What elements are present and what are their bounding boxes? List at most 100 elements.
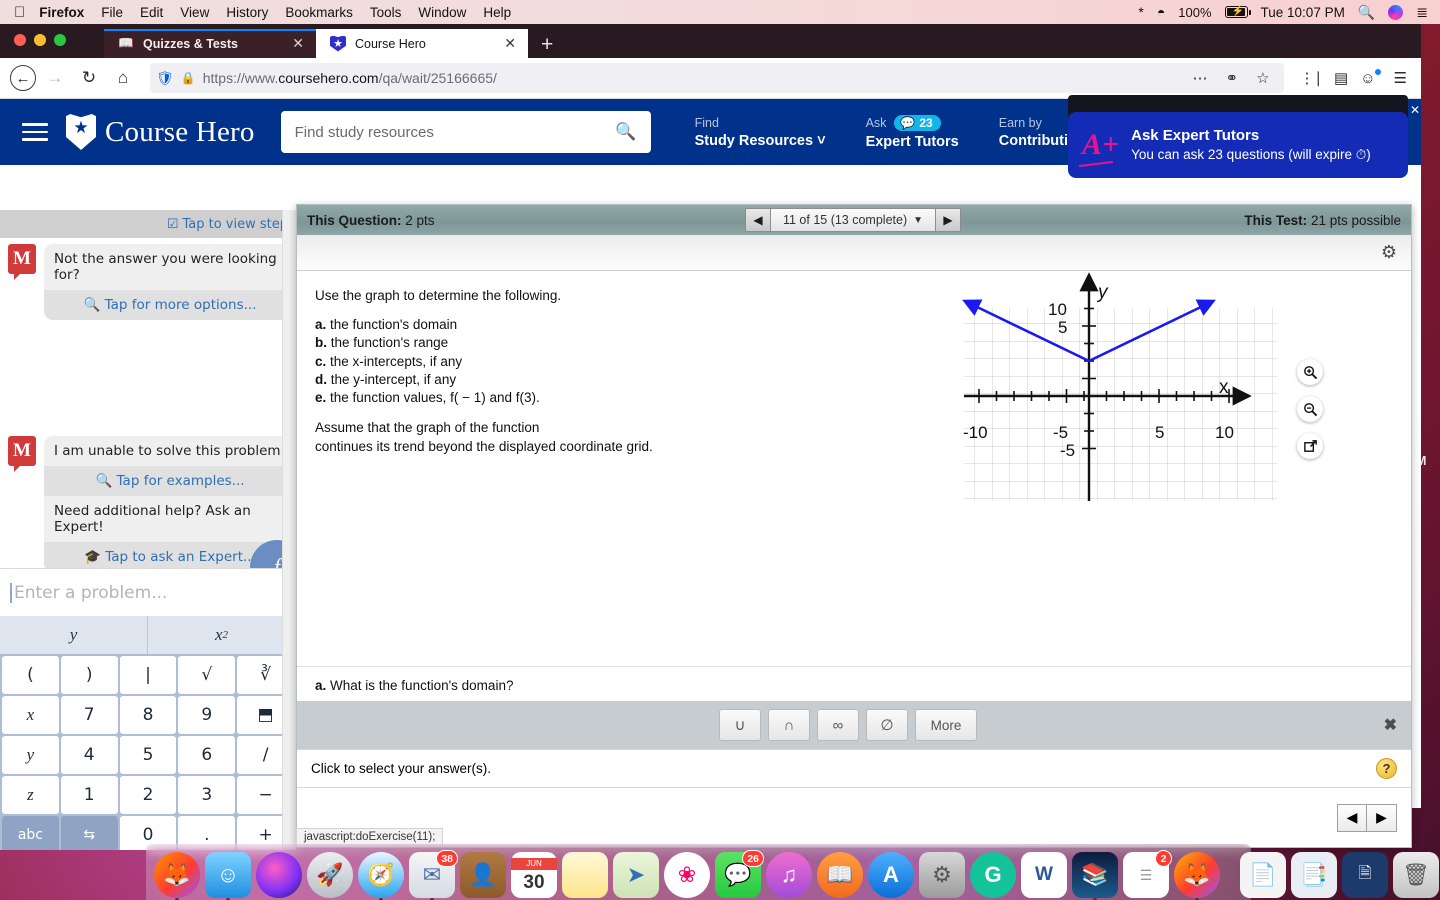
zoom-in-icon[interactable]: [1297, 359, 1323, 385]
coursehero-logo[interactable]: ★ Course Hero: [66, 114, 255, 150]
key-open-paren[interactable]: (: [2, 656, 59, 694]
key-z[interactable]: z: [2, 776, 59, 814]
key-8[interactable]: 8: [119, 696, 177, 734]
key-sqrt[interactable]: √: [178, 656, 236, 694]
menu-tools[interactable]: Tools: [370, 5, 402, 20]
mathway-more-options-action[interactable]: 🔍 Tap for more options...: [44, 290, 296, 320]
zoom-out-icon[interactable]: [1297, 396, 1323, 422]
dock-item-docx-file[interactable]: 📄: [1240, 852, 1286, 898]
key-9[interactable]: 9: [178, 696, 236, 734]
dock-item-trash[interactable]: 🗑: [1393, 852, 1439, 898]
menu-help[interactable]: Help: [483, 5, 511, 20]
mathway-examples-action[interactable]: 🔍 Tap for examples...: [44, 466, 296, 496]
dock-item-calendar[interactable]: JUN 30: [511, 852, 557, 898]
dock-item-kindle[interactable]: 📚: [1072, 852, 1118, 900]
dock-item-contacts[interactable]: 👤: [460, 852, 506, 898]
key-6[interactable]: 6: [178, 736, 236, 774]
account-icon[interactable]: ☺: [1356, 68, 1381, 87]
next-arrow-icon[interactable]: ▶: [935, 208, 961, 232]
dock-item-messages[interactable]: 💬 26: [715, 850, 764, 898]
key-2[interactable]: 2: [119, 776, 177, 814]
control-center-icon[interactable]: ≣: [1416, 4, 1428, 21]
url-text[interactable]: https://www.coursehero.com/qa/wait/25166…: [203, 70, 1182, 86]
key-abc[interactable]: abc: [2, 816, 59, 850]
dock-item-photos[interactable]: ❀: [664, 852, 710, 898]
dock-item-reminders[interactable]: ☰ 2: [1123, 850, 1172, 898]
key-7[interactable]: 7: [60, 696, 118, 734]
menubar-clock[interactable]: Tue 10:07 PM: [1261, 5, 1345, 20]
reload-icon[interactable]: ↻: [74, 63, 104, 93]
menu-view[interactable]: View: [180, 5, 209, 20]
search-icon[interactable]: 🔍: [615, 122, 636, 142]
help-question-icon[interactable]: ?: [1376, 758, 1397, 779]
key-1[interactable]: 1: [60, 776, 118, 814]
dock-item-launchpad[interactable]: 🚀: [307, 852, 353, 898]
palette-key-infinity[interactable]: ∞: [817, 709, 859, 741]
dock-item-safari[interactable]: 🧭: [358, 852, 404, 900]
search-input[interactable]: Find study resources 🔍: [280, 111, 651, 153]
page-actions-icon[interactable]: ⋯: [1189, 69, 1212, 87]
dock-item-document-stack[interactable]: 📑: [1291, 852, 1337, 898]
dock-item-grammarly[interactable]: G: [970, 852, 1016, 898]
palette-key-empty-set[interactable]: ∅: [866, 709, 908, 741]
window-traffic-lights[interactable]: [14, 34, 66, 46]
bluetooth-icon[interactable]: *: [1138, 4, 1143, 20]
menu-window[interactable]: Window: [418, 5, 466, 20]
dock-item-firefox-2[interactable]: 🦊: [1174, 852, 1220, 900]
key-x[interactable]: x: [2, 696, 59, 734]
padlock-icon[interactable]: 🔒: [181, 71, 196, 85]
keypad-tab-x-squared[interactable]: x2: [148, 616, 296, 654]
settings-gear-icon[interactable]: ⚙: [1381, 242, 1397, 263]
dock-item-itunes[interactable]: ♫: [766, 852, 812, 898]
spotlight-search-icon[interactable]: 🔍: [1358, 4, 1375, 21]
dock-item-app-store[interactable]: A: [868, 852, 914, 898]
palette-key-intersection[interactable]: ∩: [768, 709, 810, 741]
dock-item-finder[interactable]: ☺: [205, 852, 251, 900]
battery-icon[interactable]: ⚡: [1224, 6, 1251, 18]
home-icon[interactable]: ⌂: [108, 63, 138, 93]
library-icon[interactable]: ⋮∣: [1296, 69, 1327, 87]
dock-item-system-preferences[interactable]: ⚙: [919, 852, 965, 898]
forward-arrow-icon[interactable]: →: [40, 63, 70, 93]
menu-firefox[interactable]: Firefox: [39, 5, 84, 20]
key-abs-bar[interactable]: |: [119, 656, 177, 694]
menu-edit[interactable]: Edit: [140, 5, 163, 20]
sidebar-icon[interactable]: ▤: [1330, 69, 1352, 87]
keypad-tab-y[interactable]: y: [0, 616, 148, 654]
pager-next-button[interactable]: ▶: [1367, 803, 1397, 832]
nav-ask-expert-tutors[interactable]: Ask 💬 23 Expert Tutors: [866, 114, 959, 150]
close-icon[interactable]: ✖: [1384, 715, 1397, 735]
minimize-window-button[interactable]: [34, 34, 46, 46]
close-tab-icon[interactable]: ✕: [288, 35, 308, 52]
menu-history[interactable]: History: [226, 5, 268, 20]
pocket-icon[interactable]: ⚭: [1222, 69, 1243, 87]
apple-icon[interactable]: : [14, 5, 25, 20]
close-icon[interactable]: ✕: [1410, 103, 1420, 117]
key-close-paren[interactable]: ): [60, 656, 118, 694]
chevron-down-icon[interactable]: ˅: [817, 133, 825, 149]
dock-item-ibooks[interactable]: 📖: [817, 852, 863, 898]
tab-quizzes-and-tests[interactable]: 📖 Quizzes & Tests ✕: [104, 29, 316, 58]
maximize-window-button[interactable]: [54, 34, 66, 46]
close-window-button[interactable]: [14, 34, 26, 46]
hamburger-menu-icon[interactable]: ☰: [1390, 69, 1411, 87]
menu-bookmarks[interactable]: Bookmarks: [285, 5, 353, 20]
key-4[interactable]: 4: [60, 736, 118, 774]
mathway-problem-input[interactable]: Enter a problem...: [0, 568, 296, 616]
question-navigator[interactable]: ◀ 11 of 15 (13 complete) ▼ ▶: [745, 208, 961, 232]
dock-item-notes[interactable]: [562, 852, 608, 898]
pager-prev-button[interactable]: ◀: [1337, 803, 1367, 832]
dock-item-firefox[interactable]: 🦊: [154, 852, 200, 900]
dock-item-mail[interactable]: ✉ 38: [409, 850, 458, 900]
menu-file[interactable]: File: [101, 5, 123, 20]
key-5[interactable]: 5: [119, 736, 177, 774]
prev-arrow-icon[interactable]: ◀: [745, 208, 771, 232]
question-selector[interactable]: 11 of 15 (13 complete) ▼: [771, 208, 935, 232]
tab-course-hero[interactable]: ★ Course Hero ✕: [316, 29, 528, 58]
hamburger-menu-icon[interactable]: [22, 118, 48, 146]
close-tab-icon[interactable]: ✕: [500, 35, 520, 52]
tracking-shield-icon[interactable]: 🛡: [156, 70, 174, 87]
key-swap[interactable]: ⇆: [60, 816, 118, 850]
wifi-icon[interactable]: ◓: [1157, 4, 1165, 20]
palette-more-button[interactable]: More: [915, 709, 977, 741]
